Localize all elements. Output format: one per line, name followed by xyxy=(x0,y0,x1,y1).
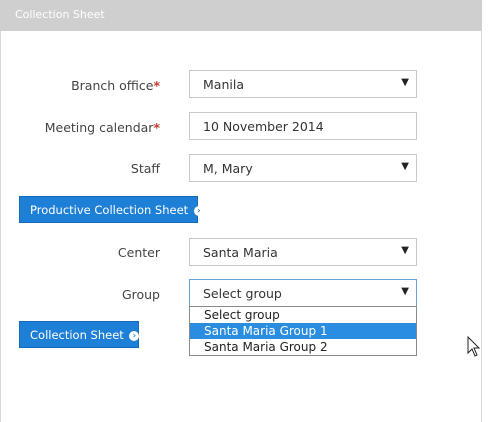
collection-sheet-button[interactable]: Collection Sheet › xyxy=(19,321,140,348)
group-value: Select group xyxy=(203,286,282,301)
dropdown-arrow-icon: ▼ xyxy=(401,161,409,172)
required-mark: * xyxy=(153,78,160,93)
arrow-right-circle-icon: › xyxy=(129,330,140,341)
center-select[interactable]: Santa Maria ▼ xyxy=(189,238,417,266)
productive-collection-sheet-button[interactable]: Productive Collection Sheet › xyxy=(19,196,204,223)
staff-label: Staff xyxy=(130,161,160,176)
meeting-calendar-label: Meeting calendar* xyxy=(44,120,160,135)
group-select[interactable]: Select group ▼ xyxy=(189,279,417,307)
panel-header: Collection Sheet xyxy=(0,0,482,31)
staff-select[interactable]: M, Mary ▼ xyxy=(189,154,417,182)
meeting-calendar-input[interactable]: 10 November 2014 xyxy=(189,112,417,140)
group-option[interactable]: Santa Maria Group 2 xyxy=(190,339,416,355)
group-options-list: Select group Santa Maria Group 1 Santa M… xyxy=(189,306,417,356)
branch-office-label: Branch office* xyxy=(71,78,160,93)
meeting-calendar-value: 10 November 2014 xyxy=(203,119,324,134)
group-label: Group xyxy=(121,287,160,302)
required-mark: * xyxy=(153,120,160,135)
arrow-right-circle-icon: › xyxy=(193,205,204,216)
mouse-cursor-icon xyxy=(467,336,481,357)
dropdown-arrow-icon: ▼ xyxy=(401,286,409,297)
dropdown-arrow-icon: ▼ xyxy=(401,77,409,88)
center-label: Center xyxy=(117,245,160,260)
dropdown-arrow-icon: ▼ xyxy=(401,245,409,256)
panel-title: Collection Sheet xyxy=(15,8,105,21)
branch-office-select[interactable]: Manila ▼ xyxy=(189,70,417,98)
staff-value: M, Mary xyxy=(203,161,253,176)
group-option[interactable]: Select group xyxy=(190,307,416,323)
branch-office-value: Manila xyxy=(203,77,244,92)
group-option[interactable]: Santa Maria Group 1 xyxy=(190,323,416,339)
center-value: Santa Maria xyxy=(203,245,278,260)
